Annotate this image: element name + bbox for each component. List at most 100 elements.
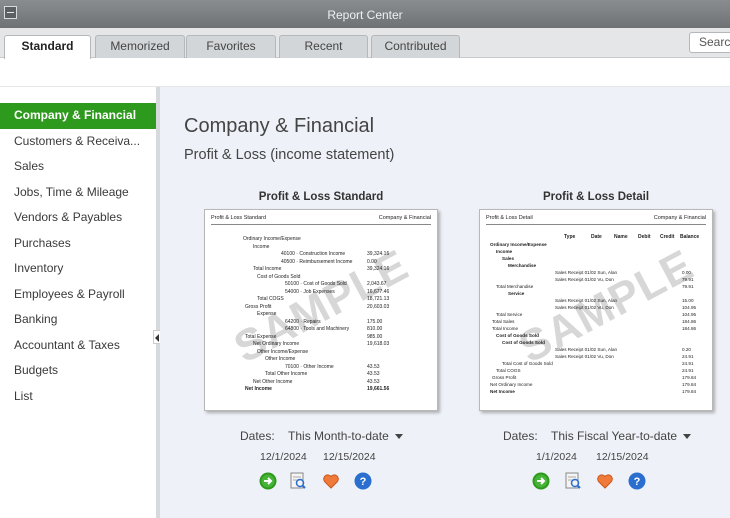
- dates-selector[interactable]: Dates: This Month-to-date: [240, 429, 403, 443]
- report-title-pl-detail[interactable]: Profit & Loss Detail: [476, 191, 716, 203]
- date-to[interactable]: 12/15/2024: [596, 451, 649, 463]
- report-row-label: Sales Receipt 01/02 Vu, Don: [555, 354, 614, 359]
- report-row-value: 104.95: [682, 305, 697, 310]
- report-row-label: Merchandise: [508, 263, 537, 268]
- report-column-header: Type: [564, 234, 576, 240]
- report-column-header: Debit: [638, 234, 651, 240]
- report-row-label: Sales: [502, 256, 515, 261]
- report-row-label: 70100 · Other Income: [285, 363, 334, 370]
- report-row-value: 43.53: [367, 378, 380, 385]
- report-row-value: 24.91: [682, 354, 694, 359]
- report-row-value: 175.00: [367, 318, 383, 325]
- report-row-label: Sales Receipt 01/02 Vu, Don: [555, 277, 614, 282]
- report-row-value: 19,661.56: [367, 386, 390, 392]
- sidebar-item-sales[interactable]: Sales: [0, 154, 156, 180]
- report-column-header: Credit: [660, 234, 675, 240]
- sidebar-item-list[interactable]: List: [0, 384, 156, 410]
- sidebar-item-company-financial[interactable]: Company & Financial: [0, 103, 156, 129]
- report-row-value: 0.00: [682, 270, 691, 275]
- report-row-value: 179.84: [682, 389, 697, 394]
- thumb-rule: [486, 224, 706, 225]
- date-from[interactable]: 1/1/2024: [536, 451, 577, 463]
- report-row-label: Cost of Goods Sold: [502, 340, 545, 345]
- report-column-header: Date: [591, 234, 602, 240]
- report-row-label: Net Income: [245, 386, 272, 392]
- tab-memorized[interactable]: Memorized: [95, 35, 185, 58]
- report-row-label: Net Ordinary Income: [253, 341, 300, 347]
- report-row-label: Total Income: [253, 266, 282, 272]
- report-row-value: 179.84: [682, 375, 697, 380]
- report-row-value: 179.84: [682, 382, 697, 387]
- report-row-value: 39,324.16: [367, 266, 390, 272]
- report-row-label: Cost of Goods Sold: [257, 273, 301, 280]
- tab-favorites[interactable]: Favorites: [186, 35, 276, 58]
- sidebar-item-vendors-payables[interactable]: Vendors & Payables: [0, 205, 156, 231]
- sidebar-item-budgets[interactable]: Budgets: [0, 358, 156, 384]
- preview-icon[interactable]: [289, 472, 307, 490]
- search-input[interactable]: Search: [689, 32, 730, 53]
- favorite-heart-icon[interactable]: [322, 472, 340, 490]
- report-row-label: Net Ordinary Income: [490, 382, 533, 387]
- sidebar-item-customers-receivables[interactable]: Customers & Receiva...: [0, 129, 156, 155]
- report-row-label: Sales Receipt 01/02 Sun, Alan: [555, 270, 618, 275]
- report-row-label: Sales Receipt 01/02 Vu, Don: [555, 305, 614, 310]
- tab-contributed[interactable]: Contributed: [371, 35, 460, 58]
- report-row-value: 810.00: [367, 326, 383, 332]
- sidebar-item-banking[interactable]: Banking: [0, 307, 156, 333]
- report-row-value: 24.91: [682, 361, 694, 366]
- report-row-label: Total COGS: [257, 296, 284, 302]
- report-row-value: 15.00: [682, 298, 694, 303]
- date-to[interactable]: 12/15/2024: [323, 451, 376, 463]
- date-range-dropdown[interactable]: This Month-to-date: [288, 429, 389, 443]
- report-title-pl-standard[interactable]: Profit & Loss Standard: [201, 191, 441, 203]
- report-row-label: Net Other Income: [253, 378, 293, 385]
- report-row-value: 18,721.13: [367, 296, 390, 302]
- report-row-label: 40100 · Construction Income: [281, 251, 346, 257]
- sidebar-item-purchases[interactable]: Purchases: [0, 231, 156, 257]
- report-row-label: Net Income: [490, 389, 515, 394]
- sidebar-item-inventory[interactable]: Inventory: [0, 256, 156, 282]
- date-range-dropdown[interactable]: This Fiscal Year-to-date: [551, 429, 677, 443]
- thumb-header-right: Company & Financial: [653, 215, 706, 221]
- tab-strip: Standard Memorized Favorites Recent Cont…: [0, 28, 730, 59]
- report-row-label: 64200 · Repairs: [285, 318, 321, 325]
- preview-icon[interactable]: [564, 472, 582, 490]
- page-title: Company & Financial: [184, 115, 375, 137]
- report-row-value: 2,043.67: [367, 281, 387, 287]
- report-row-label: 40500 · Reimbursement Income: [281, 258, 353, 265]
- thumb-header-right: Company & Financial: [378, 215, 431, 221]
- report-row-label: Other Income/Expense: [257, 348, 309, 355]
- report-preview-pl-detail[interactable]: Profit & Loss Detail Company & Financial…: [479, 209, 713, 411]
- sidebar: Company & Financial Customers & Receiva.…: [0, 103, 156, 409]
- report-preview-pl-standard[interactable]: Profit & Loss Standard Company & Financi…: [204, 209, 438, 411]
- sidebar-item-employees-payroll[interactable]: Employees & Payroll: [0, 282, 156, 308]
- thumb-header-left: Profit & Loss Standard: [211, 215, 267, 221]
- help-icon[interactable]: ?: [354, 472, 372, 490]
- sidebar-item-accountant-taxes[interactable]: Accountant & Taxes: [0, 333, 156, 359]
- run-report-icon[interactable]: [532, 472, 550, 490]
- dates-label: Dates:: [240, 429, 275, 443]
- report-group-title: Profit & Loss (income statement): [184, 147, 395, 163]
- report-row-label: Total Sales: [492, 319, 515, 324]
- report-row-label: Service: [508, 291, 525, 296]
- run-report-icon[interactable]: [259, 472, 277, 490]
- favorite-heart-icon[interactable]: [596, 472, 614, 490]
- dates-selector[interactable]: Dates: This Fiscal Year-to-date: [503, 429, 692, 443]
- tab-standard[interactable]: Standard: [4, 35, 91, 59]
- report-row-label: Income: [253, 243, 270, 250]
- report-row-label: Gross Profit: [492, 375, 517, 380]
- report-row-label: Total Income: [492, 326, 519, 331]
- report-row-label: Other Income: [265, 356, 296, 362]
- date-from[interactable]: 12/1/2024: [260, 451, 307, 463]
- report-row-label: Total Expense: [245, 333, 277, 340]
- report-row-label: 50100 · Cost of Goods Sold: [285, 281, 347, 287]
- report-row-value: 20,603.03: [367, 303, 390, 310]
- tab-recent[interactable]: Recent: [279, 35, 368, 58]
- report-row-value: 79.91: [682, 277, 694, 282]
- report-row-label: Total COGS: [496, 368, 521, 373]
- report-row-label: 64800 · Tools and Machinery: [285, 326, 350, 332]
- chevron-down-icon[interactable]: [683, 434, 692, 440]
- chevron-down-icon[interactable]: [394, 434, 403, 440]
- sidebar-item-jobs-time-mileage[interactable]: Jobs, Time & Mileage: [0, 180, 156, 206]
- help-icon[interactable]: ?: [628, 472, 646, 490]
